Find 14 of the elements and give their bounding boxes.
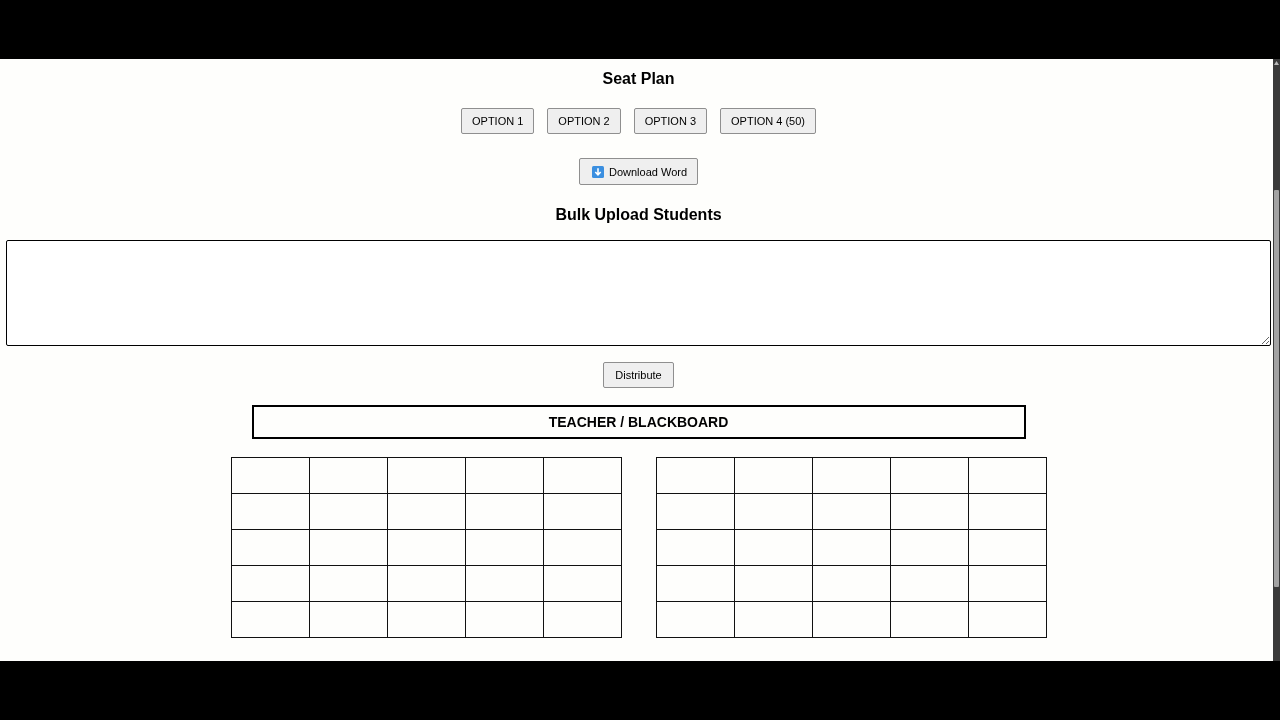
distribute-button[interactable]: Distribute — [603, 362, 674, 388]
scrollbar-thumb[interactable] — [1274, 190, 1279, 587]
option-button[interactable]: OPTION 4 (50) — [720, 108, 816, 134]
scrollbar[interactable] — [1273, 59, 1280, 661]
section-heading: Bulk Upload Students — [555, 206, 722, 224]
down-arrow-icon — [591, 165, 604, 178]
option-button[interactable]: OPTION 3 — [633, 108, 708, 134]
student-list-field[interactable] — [6, 240, 1271, 346]
option-button[interactable]: OPTION 1 — [461, 108, 535, 134]
teacher-board: TEACHER / BLACKBOARD — [251, 405, 1026, 439]
page-title: Seat Plan — [602, 70, 675, 88]
download-button[interactable]: Download Word — [578, 158, 699, 185]
scroll-up-arrow-icon[interactable] — [1274, 61, 1279, 65]
option-button[interactable]: OPTION 2 — [547, 108, 621, 134]
